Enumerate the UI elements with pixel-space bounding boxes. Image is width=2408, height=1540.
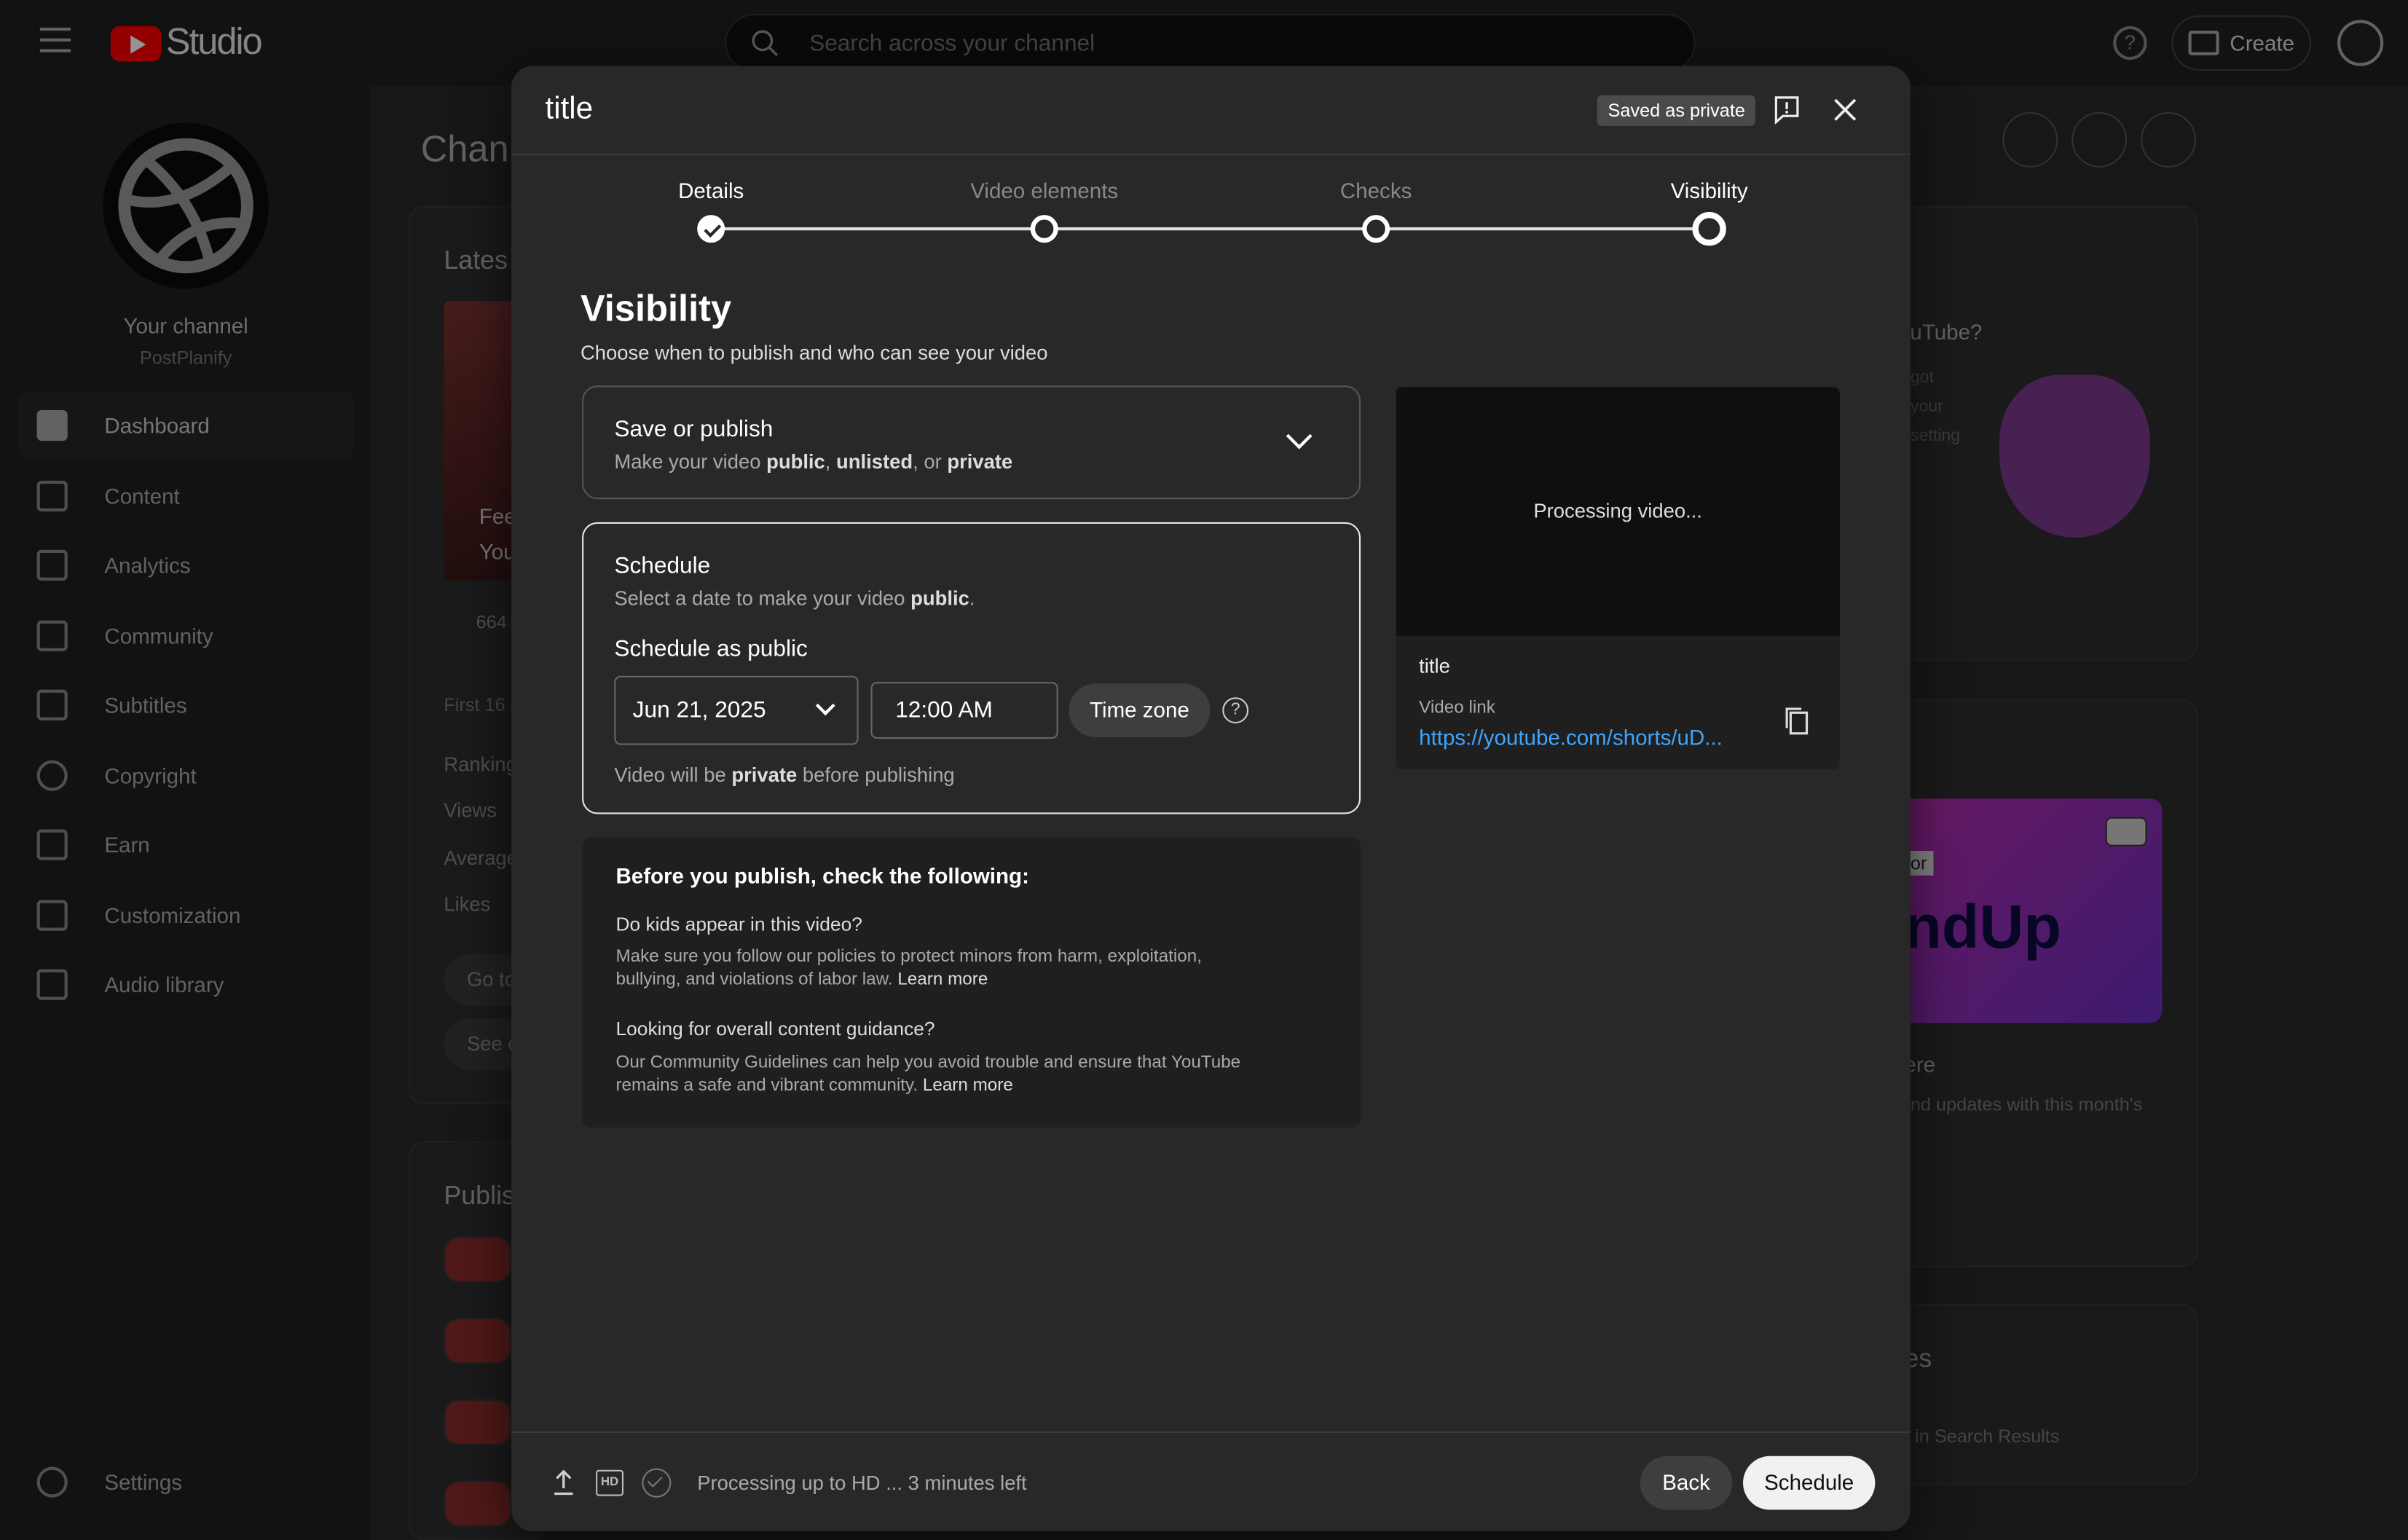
time-zone-button[interactable]: Time zone [1069,683,1211,738]
preview-video-title: title [1419,654,1450,677]
step-visibility-dot[interactable] [1692,211,1726,246]
back-button[interactable]: Back [1640,1455,1733,1510]
checks-status-icon [642,1468,672,1498]
checklist-question-kids: Do kids appear in this video? [615,914,862,936]
dialog-footer: HD Processing up to HD ... 3 minutes lef… [511,1431,1911,1531]
help-icon[interactable]: ? [1222,697,1249,724]
save-or-publish-option[interactable]: Save or publish Make your video public, … [582,385,1361,500]
schedule-date-value: Jun 21, 2025 [632,697,766,724]
chevron-down-icon [815,696,835,716]
step-video-elements-dot[interactable] [1030,215,1058,243]
step-video-elements-label[interactable]: Video elements [970,178,1118,203]
video-preview-player[interactable]: Processing video... [1396,387,1840,636]
copy-icon[interactable] [1785,707,1809,736]
saved-status-badge: Saved as private [1597,95,1756,126]
checklist-text-guidance: Our Community Guidelines can help you av… [615,1053,1241,1096]
video-preview-card: Processing video... title Video link htt… [1396,387,1840,770]
chevron-down-icon[interactable] [1286,423,1313,449]
step-visibility-label[interactable]: Visibility [1671,178,1748,203]
feedback-icon[interactable] [1774,95,1800,125]
schedule-date-dropdown[interactable]: Jun 21, 2025 [614,675,859,745]
processing-status-text: Processing up to HD ... 3 minutes left [697,1471,1027,1495]
visibility-heading: Visibility [580,288,732,331]
upload-stepper: Details Video elements Checks Visibility [511,155,1911,248]
processing-video-text: Processing video... [1533,499,1702,522]
video-link-label: Video link [1419,699,1495,718]
schedule-title: Schedule [614,553,711,579]
video-link-url[interactable]: https://youtube.com/shorts/uD... [1419,725,1749,750]
upload-dialog: title Saved as private Details Video ele… [511,66,1911,1532]
dialog-title: title [545,92,594,126]
step-checks-dot[interactable] [1362,215,1390,243]
upload-icon [554,1469,573,1496]
schedule-button[interactable]: Schedule [1743,1455,1876,1510]
checklist-text-kids: Make sure you follow our policies to pro… [615,947,1202,989]
learn-more-link[interactable]: Learn more [923,1077,1013,1095]
publish-checklist: Before you publish, check the following:… [582,837,1361,1128]
hd-icon: HD [596,1469,624,1496]
learn-more-link[interactable]: Learn more [897,971,988,989]
visibility-subtitle: Choose when to publish and who can see y… [580,341,1048,364]
close-icon[interactable] [1832,97,1858,123]
checklist-question-guidance: Looking for overall content guidance? [615,1018,935,1040]
schedule-note: Video will be private before publishing [614,763,955,787]
schedule-as-public-label: Schedule as public [614,635,808,662]
step-details-check-icon[interactable] [697,215,725,243]
step-details-label[interactable]: Details [678,178,744,203]
app-root: Studio ? Create Your channel PostPlanify… [0,0,2408,1540]
schedule-option[interactable]: Schedule Select a date to make your vide… [582,522,1361,814]
schedule-time-input[interactable] [870,682,1058,739]
save-publish-subtitle: Make your video public, unlisted, or pri… [614,449,1013,474]
save-publish-title: Save or publish [614,416,774,443]
step-checks-label[interactable]: Checks [1340,178,1412,203]
dialog-header: title Saved as private [511,66,1911,155]
checklist-title: Before you publish, check the following: [615,863,1029,888]
stepper-line [711,227,1709,231]
schedule-subtitle: Select a date to make your video public. [614,586,975,610]
